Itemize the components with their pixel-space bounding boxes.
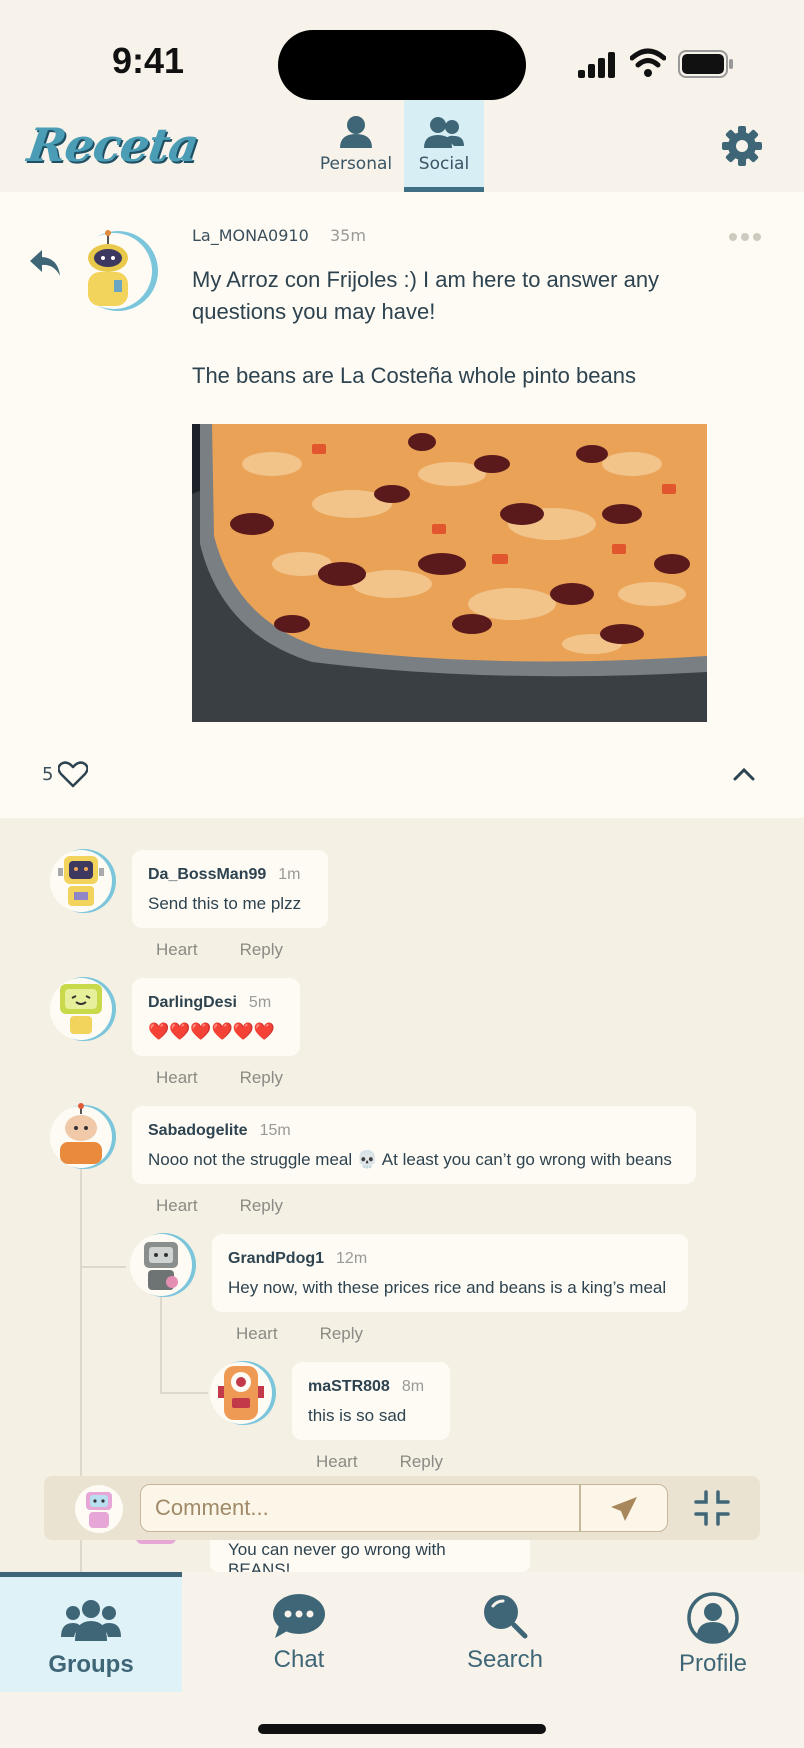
tab-personal-label: Personal bbox=[319, 154, 393, 174]
reply-button[interactable]: Reply bbox=[240, 940, 283, 959]
comment-input[interactable]: Comment... bbox=[140, 1484, 580, 1532]
cellular-signal-icon bbox=[578, 52, 615, 78]
comment-username[interactable]: maSTR808 bbox=[308, 1378, 390, 1395]
post-body: My Arroz con Frijoles :) I am here to an… bbox=[192, 267, 660, 324]
nav-search[interactable]: Search bbox=[414, 1572, 596, 1692]
heart-button[interactable]: Heart bbox=[156, 1068, 198, 1087]
comment-bubble: Da_BossMan99 1m Send this to me plzz bbox=[132, 850, 328, 928]
back-arrow-icon[interactable] bbox=[28, 248, 62, 278]
status-bar: 9:41 bbox=[0, 0, 804, 100]
comment-timestamp: 8m bbox=[401, 1378, 425, 1395]
groups-icon bbox=[61, 1600, 121, 1641]
send-button[interactable] bbox=[580, 1484, 668, 1532]
avatar bbox=[75, 1485, 123, 1533]
comment-text: Send this to me plzz bbox=[148, 894, 302, 913]
comment-bubble: Sabadogelite 15m Nooo not the struggle me… bbox=[132, 1106, 696, 1184]
battery-icon bbox=[678, 50, 733, 78]
comment-actions: Heart Reply bbox=[236, 1324, 405, 1344]
comment-actions: Heart Reply bbox=[316, 1452, 485, 1472]
comments-section: Da_BossMan99 1m Send this to me plzz Hear… bbox=[0, 818, 804, 1588]
avatar[interactable] bbox=[126, 1230, 196, 1300]
comment-actions: Heart Reply bbox=[156, 1068, 325, 1088]
tab-social-label: Social bbox=[418, 154, 470, 174]
avatar[interactable] bbox=[46, 974, 116, 1044]
post-photo[interactable] bbox=[192, 424, 707, 722]
reply-button[interactable]: Reply bbox=[320, 1324, 363, 1343]
tab-social[interactable]: Social bbox=[404, 100, 484, 192]
comment-text: Nooo not the struggle meal 💀 At least yo… bbox=[148, 1150, 672, 1169]
nav-profile[interactable]: Profile bbox=[622, 1572, 804, 1692]
heart-button[interactable]: Heart bbox=[316, 1452, 358, 1471]
send-icon bbox=[611, 1497, 637, 1521]
bottom-nav: Groups Chat Search Profile bbox=[0, 1572, 804, 1748]
minimize-icon[interactable] bbox=[694, 1490, 730, 1526]
status-time: 9:41 bbox=[112, 40, 185, 81]
comment-timestamp: 5m bbox=[248, 994, 272, 1011]
tab-personal[interactable]: Personal bbox=[316, 100, 396, 192]
post-body-2: The beans are La Costeña whole pinto bea… bbox=[192, 363, 636, 388]
people-icon bbox=[424, 117, 464, 148]
reply-button[interactable]: Reply bbox=[240, 1068, 283, 1087]
comment-composer: Comment... bbox=[44, 1476, 760, 1540]
avatar[interactable] bbox=[206, 1358, 276, 1428]
nav-search-label: Search bbox=[466, 1646, 544, 1673]
reply-button[interactable]: Reply bbox=[240, 1196, 283, 1215]
person-icon bbox=[340, 116, 372, 148]
profile-icon bbox=[687, 1592, 739, 1644]
comment-actions: Heart Reply bbox=[156, 940, 325, 960]
app-logo: Receta bbox=[24, 118, 202, 172]
comment-text: ❤️❤️❤️❤️❤️❤️ bbox=[148, 1022, 276, 1041]
app-header: Receta Personal Social bbox=[0, 100, 804, 192]
nav-groups[interactable]: Groups bbox=[0, 1572, 182, 1692]
post-card: La_MONA0910 35m My Arroz con Frijoles :)… bbox=[0, 192, 804, 818]
avatar[interactable] bbox=[46, 846, 116, 916]
heart-button[interactable]: Heart bbox=[156, 1196, 198, 1215]
comment-timestamp: 15m bbox=[259, 1122, 291, 1139]
comment-text: You can never go wrong with BEANS! bbox=[210, 1538, 530, 1579]
nav-groups-label: Groups bbox=[48, 1651, 134, 1678]
thread-line bbox=[160, 1294, 162, 1392]
thread-line bbox=[160, 1392, 208, 1394]
thread-line bbox=[80, 1266, 126, 1268]
heart-button[interactable]: Heart bbox=[156, 940, 198, 959]
comment-username[interactable]: Sabadogelite bbox=[148, 1122, 248, 1139]
comment-timestamp: 12m bbox=[336, 1250, 368, 1267]
gear-icon[interactable] bbox=[720, 124, 764, 168]
chat-icon bbox=[273, 1594, 325, 1638]
nav-profile-label: Profile bbox=[678, 1650, 748, 1677]
home-indicator[interactable] bbox=[258, 1724, 546, 1734]
heart-button[interactable]: Heart bbox=[236, 1324, 278, 1343]
comment-username[interactable]: GrandPdog1 bbox=[228, 1250, 324, 1267]
reply-button[interactable]: Reply bbox=[400, 1452, 443, 1471]
avatar[interactable] bbox=[70, 226, 160, 316]
nav-chat[interactable]: Chat bbox=[208, 1572, 390, 1692]
comment-bubble: GrandPdog1 12m Hey now, with these prices… bbox=[212, 1234, 688, 1312]
post-timestamp: 35m bbox=[330, 226, 366, 245]
comment-bubble: maSTR808 8m this is so sad bbox=[292, 1362, 450, 1440]
more-options-icon[interactable] bbox=[728, 232, 762, 242]
comment-actions: Heart Reply bbox=[156, 1196, 325, 1216]
comment-bubble: DarlingDesi 5m ❤️❤️❤️❤️❤️❤️ bbox=[132, 978, 300, 1056]
heart-icon[interactable] bbox=[58, 760, 88, 788]
wifi-icon bbox=[630, 48, 666, 77]
like-count: 5 bbox=[42, 764, 54, 785]
dynamic-island bbox=[278, 30, 526, 100]
comment-username[interactable]: Da_BossMan99 bbox=[148, 866, 266, 883]
chevron-up-icon[interactable] bbox=[732, 766, 756, 782]
comment-timestamp: 1m bbox=[278, 866, 301, 883]
post-username[interactable]: La_MONA0910 bbox=[192, 226, 309, 245]
comment-username[interactable]: DarlingDesi bbox=[148, 994, 237, 1011]
search-icon bbox=[484, 1595, 528, 1639]
nav-chat-label: Chat bbox=[273, 1646, 325, 1673]
avatar[interactable] bbox=[46, 1102, 116, 1172]
comment-text: Hey now, with these prices rice and bean… bbox=[228, 1278, 667, 1297]
comment-text: this is so sad bbox=[308, 1406, 407, 1425]
